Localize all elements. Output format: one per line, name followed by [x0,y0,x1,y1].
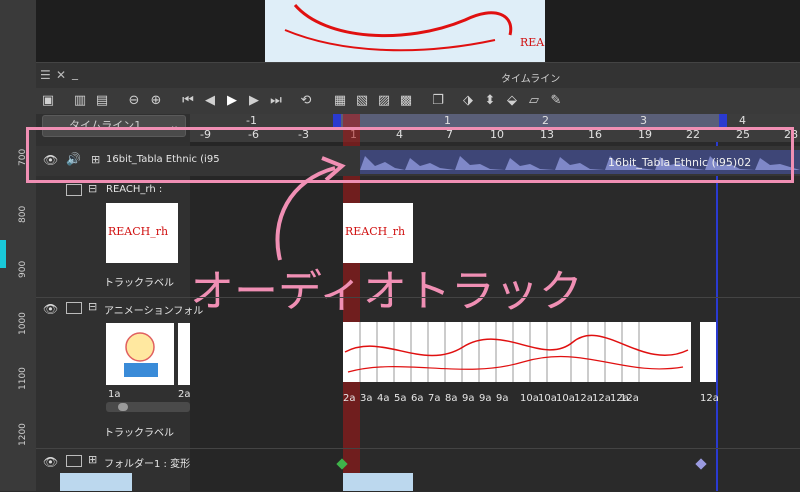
thumb-label: 2a [178,389,191,400]
cel-label: 12a [620,393,639,404]
anim-folder-name: アニメーションフォル [104,306,204,317]
prev-frame-icon[interactable]: ◀ [202,93,218,109]
annotation-arrow [275,156,346,261]
minimize-icon[interactable]: _ [72,66,78,80]
zoom-in-icon[interactable]: ⊕ [148,93,164,109]
folder-name: フォルダー1 : 変形 [104,459,191,470]
canvas-preview: REACH_rh [265,0,545,62]
ruler-tick: 1200 [18,423,28,446]
edit-timeline-icon[interactable]: ▤ [94,93,110,109]
loop-icon[interactable]: ⟲ [298,93,314,109]
folder-row[interactable]: 👁 ⊞ フォルダー1 : 変形 [36,448,800,492]
panel-title: タイムライン [501,74,561,85]
anim-thumbnail-2[interactable] [178,323,190,385]
ruler-tick: 800 [18,205,28,223]
play-icon[interactable]: ▶ [224,93,240,109]
cel-label: 7a [428,393,441,404]
reach-track-name: REACH_rh : [106,184,163,195]
cel-strip[interactable] [343,322,691,382]
timeline-toolbar: ▣ ▥ ▤ ⊖ ⊕ ⏮ ◀ ▶ ▶ ⏭ ⟲ ▦ ▧ ▨ ▩ ❐ ⬗ ⬍ ⬙ ▱ … [36,88,800,114]
second-label: 2 [542,114,549,127]
cel-label: 10a [556,393,575,404]
thumb-label: 1a [108,389,121,400]
timeline-settings-icon[interactable]: ▥ [72,93,88,109]
thumb-scrollbar[interactable] [106,402,190,412]
cel-label: 10a [538,393,557,404]
folder-clip [343,473,413,491]
new-cel-icon[interactable]: ▦ [332,93,348,109]
ruler-tick: 900 [18,260,28,278]
second-label: 1 [444,114,451,127]
cel-label: 10a [520,393,539,404]
cel-label: 9a [462,393,475,404]
cel-label: 9a [479,393,492,404]
annotation-highlight-box [26,127,794,183]
anim-thumb-drawing [124,332,158,377]
folder-thumbnail [60,473,132,491]
cel-label: 12a [592,393,611,404]
second-label: 4 [739,114,746,127]
anim-thumbnail-1[interactable] [106,323,174,385]
eye-icon[interactable]: 👁 [43,302,58,316]
zoom-out-icon[interactable]: ⊖ [126,93,142,109]
anim-folder-icon [66,302,82,314]
track-label: トラックラベル [104,278,174,289]
collapse-icon[interactable]: ⊟ [88,182,97,195]
reach-thumb-text: REACH_rh [108,225,169,238]
collapse-icon[interactable]: ⊟ [88,300,97,313]
cel-strip-drawing [344,322,689,382]
close-icon[interactable]: ✕ [56,68,66,82]
next-frame-icon[interactable]: ▶ [246,93,262,109]
cel-label: 6a [411,393,424,404]
keyframe-nav-icon[interactable]: ⬍ [482,93,498,109]
menu-icon[interactable]: ☰ [40,68,51,82]
preview-watermark: REACH_rh [520,36,545,49]
expand-icon[interactable]: ⊞ [88,453,97,466]
cel-end[interactable] [700,322,716,382]
second-label: -1 [246,114,257,127]
cel-label: 4a [377,393,390,404]
reach-thumbnail: REACH_rh [106,203,178,263]
cel-label: 3a [360,393,373,404]
new-timeline-icon[interactable]: ▣ [40,93,56,109]
ruler-tick: 1100 [18,367,28,390]
cel-label: 5a [394,393,407,404]
ruler-tick: 1000 [18,312,28,335]
cel-label: 2a [343,393,356,404]
first-frame-icon[interactable]: ⏮ [180,93,196,109]
clip-icon[interactable]: ▱ [526,93,542,109]
vertical-ruler: 700 800 900 1000 1100 1200 [0,0,37,491]
last-frame-icon[interactable]: ⏭ [268,93,284,109]
keyframe-icon[interactable]: ⬗ [460,93,476,109]
pen-icon[interactable]: ✎ [548,93,564,109]
layer-thumb-icon [66,184,82,196]
second-label: 3 [640,114,647,127]
cel-label: 12a [700,393,719,404]
timeline-panel-header: ☰ ✕ _ タイムライン [36,62,800,89]
cel-label: 12a [574,393,593,404]
camera-icon[interactable]: ⬙ [504,93,520,109]
onion-skin-icon[interactable]: ❐ [430,93,446,109]
cel-spec-icon[interactable]: ▨ [376,93,392,109]
folder-icon [66,455,82,467]
ruler-cyan-marker [0,240,6,268]
end-marker[interactable] [719,114,727,127]
assign-cel-icon[interactable]: ▧ [354,93,370,109]
track-label: トラックラベル [104,428,174,439]
film-icon[interactable]: ▩ [398,93,414,109]
preview-drawing [265,0,545,62]
scroll-thumb[interactable] [118,403,128,411]
cel-label: 8a [445,393,458,404]
cel-label: 9a [496,393,509,404]
start-marker[interactable] [333,114,341,127]
work-area-bar [340,114,723,127]
eye-icon[interactable]: 👁 [43,455,58,469]
